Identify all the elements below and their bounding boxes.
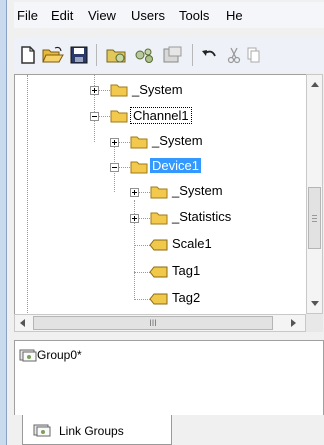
channel-icon[interactable] [106, 46, 128, 64]
expand-toggle[interactable] [130, 188, 139, 197]
menu-edit[interactable]: Edit [51, 8, 73, 23]
tree-guide-line [138, 192, 150, 193]
window-left-border [0, 0, 7, 445]
device-icon[interactable] [134, 46, 156, 64]
tag-icon [149, 293, 168, 305]
folder-icon [110, 84, 128, 97]
tree-node-label[interactable]: Scale1 [172, 236, 212, 251]
menu-bar: File Edit View Users Tools He [14, 2, 324, 28]
tree-node-label[interactable]: _System [172, 183, 223, 198]
horizontal-scroll-thumb[interactable]: III [33, 316, 273, 330]
vertical-scroll-thumb[interactable] [308, 187, 321, 249]
tab-link-groups[interactable]: Link Groups [22, 415, 172, 445]
group-label: Group0* [37, 348, 82, 362]
tree-node-label[interactable]: Channel1 [130, 107, 192, 124]
toolbar-separator [96, 44, 97, 66]
tree-guide-line [138, 218, 150, 219]
tab-label: Link Groups [59, 424, 124, 438]
menu-file[interactable]: File [17, 8, 38, 23]
open-icon[interactable] [42, 46, 64, 64]
scroll-right-arrow-icon[interactable] [291, 319, 297, 327]
tree-node-label[interactable]: _System [152, 133, 203, 148]
folder-icon [110, 110, 128, 123]
tag-icon [149, 266, 168, 278]
tree-node-label[interactable]: Device1 [150, 158, 201, 173]
cut-icon[interactable] [226, 46, 242, 64]
collapse-toggle[interactable] [110, 163, 119, 172]
menu-users[interactable]: Users [131, 8, 165, 23]
folder-icon [130, 161, 148, 174]
menu-view[interactable]: View [88, 8, 116, 23]
tree-vertical-scrollbar[interactable] [306, 74, 323, 314]
group-list-item[interactable]: Group0* [19, 347, 139, 365]
copy-icon[interactable] [246, 46, 260, 64]
tag-icon [149, 239, 168, 251]
menu-help[interactable]: He [226, 8, 243, 23]
tree-node-label[interactable]: Tag1 [172, 263, 200, 278]
scroll-down-arrow-icon[interactable] [311, 301, 319, 307]
folder-icon [150, 186, 168, 199]
properties-icon[interactable] [162, 46, 184, 64]
scroll-up-arrow-icon[interactable] [311, 81, 319, 87]
project-tree[interactable]: _System Channel1 _System Device1 _System [14, 74, 308, 316]
tree-horizontal-scrollbar[interactable]: III [14, 314, 306, 332]
undo-icon[interactable] [200, 46, 218, 64]
link-groups-icon [33, 424, 51, 437]
scroll-left-arrow-icon[interactable] [19, 319, 25, 327]
folder-icon [150, 212, 168, 225]
menu-tools[interactable]: Tools [179, 8, 209, 23]
tree-guide-line [27, 75, 28, 315]
expand-toggle[interactable] [130, 214, 139, 223]
new-icon[interactable] [20, 46, 36, 64]
save-icon[interactable] [70, 46, 88, 64]
app-window: File Edit View Users Tools He _System Ch… [0, 0, 324, 445]
expand-toggle[interactable] [110, 138, 119, 147]
tree-node-label[interactable]: Tag2 [172, 290, 200, 305]
toolbar-separator [192, 44, 193, 66]
tree-node-label[interactable]: _System [132, 82, 183, 97]
tree-guide-line [98, 116, 110, 117]
collapse-toggle[interactable] [90, 112, 99, 121]
tree-guide-line [98, 90, 110, 91]
folder-icon [130, 136, 148, 149]
group-icon [19, 349, 37, 362]
toolbar [14, 38, 324, 72]
expand-toggle[interactable] [90, 86, 99, 95]
panel-tab-strip: Link Groups [14, 415, 324, 445]
tree-guide-line [118, 167, 130, 168]
tree-guide-line [118, 142, 130, 143]
tree-node-label[interactable]: _Statistics [172, 209, 231, 224]
scroll-corner [306, 314, 323, 332]
